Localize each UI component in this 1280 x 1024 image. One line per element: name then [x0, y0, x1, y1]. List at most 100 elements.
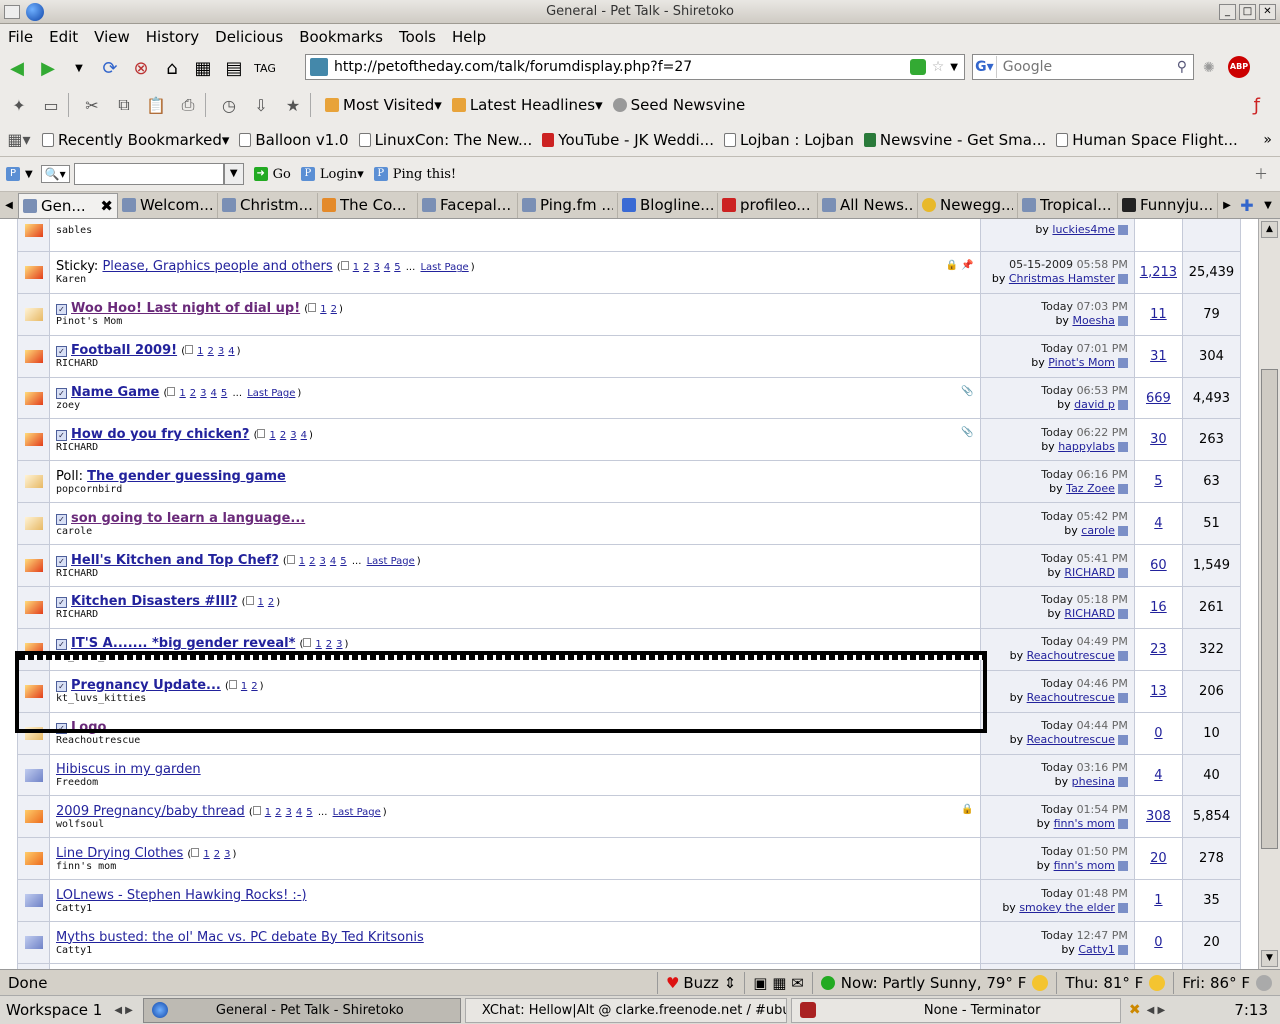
reload-icon[interactable]: ⟳ [96, 54, 124, 82]
page-link[interactable]: 2 [251, 681, 257, 692]
page-link[interactable]: 2 [309, 556, 315, 567]
paste-icon[interactable]: 📋 [143, 92, 169, 118]
thread-title-link[interactable]: Woo Hoo! Last night of dial up! [71, 301, 300, 316]
thread-author[interactable]: RICHARD [56, 442, 974, 453]
menu-help[interactable]: Help [444, 28, 494, 46]
last-poster-link[interactable]: Reachoutrescue [1027, 691, 1115, 704]
replies-link[interactable]: 11 [1150, 307, 1167, 322]
goto-last-post-icon[interactable] [1117, 609, 1128, 620]
adblock-icon[interactable]: ABP [1228, 56, 1250, 78]
tab-scroll-left-icon[interactable]: ◀ [0, 200, 18, 211]
ping-dropdown-button[interactable]: ▼ [223, 163, 244, 185]
chevron-down-icon[interactable]: ▼ [25, 169, 33, 180]
replies-link[interactable]: 16 [1150, 600, 1167, 615]
replies-link[interactable]: 4 [1154, 516, 1162, 531]
page-link[interactable]: 4 [228, 346, 234, 357]
last-page-link[interactable]: Last Page [420, 262, 468, 273]
thread-author[interactable]: Reachoutrescue [56, 735, 974, 746]
tab-profileo[interactable]: profileo... [718, 192, 818, 218]
goto-last-post-icon[interactable] [1117, 735, 1128, 746]
page-link[interactable]: 5 [306, 807, 312, 818]
tab-facepalm[interactable]: Facepal... [418, 192, 518, 218]
tab-scroll-right-icon[interactable]: ▶ [1218, 200, 1236, 211]
tab-tropical[interactable]: Tropical... [1018, 192, 1118, 218]
page-link[interactable]: 1 [258, 597, 264, 608]
back-arrow-icon[interactable]: ◀ [3, 54, 31, 82]
menu-bookmarks[interactable]: Bookmarks [291, 28, 391, 46]
page-link[interactable]: 2 [190, 388, 196, 399]
tab-funnyjunk[interactable]: Funnyju... [1118, 192, 1218, 218]
task-firefox[interactable]: General - Pet Talk - Shiretoko [142, 997, 461, 1023]
last-poster-link[interactable]: finn's mom [1054, 817, 1115, 830]
thread-author[interactable]: RICHARD [56, 609, 974, 620]
thread-title-link[interactable]: Kitchen Disasters #III? [71, 594, 237, 609]
stop-icon[interactable]: ⊗ [127, 54, 155, 82]
seed-newsvine-link[interactable]: Seed Newsvine [612, 96, 745, 114]
last-poster-link[interactable]: happylabs [1058, 440, 1115, 453]
page-link[interactable]: 3 [373, 262, 379, 273]
forward-arrow-icon[interactable]: ▶ [34, 54, 62, 82]
maximize-button[interactable]: □ [1239, 4, 1256, 20]
window-menu-icon[interactable] [4, 5, 20, 19]
last-poster-link[interactable]: Reachoutrescue [1027, 733, 1115, 746]
page-link[interactable]: 1 [241, 681, 247, 692]
goto-last-post-icon[interactable] [1117, 483, 1128, 494]
thread-author[interactable]: wolfsoul [56, 819, 974, 830]
page-link[interactable]: 4 [330, 556, 336, 567]
thread-title-link[interactable]: LOLnews - Stephen Hawking Rocks! :-) [56, 888, 307, 903]
status-icons[interactable]: ▣ ▦ ✉ [744, 971, 812, 994]
page-link[interactable]: 3 [200, 388, 206, 399]
home-icon[interactable]: ⌂ [158, 54, 186, 82]
login-button[interactable]: P Login ▾ [300, 167, 364, 182]
goto-last-post-icon[interactable] [1117, 400, 1128, 410]
page-link[interactable]: 2 [326, 639, 332, 650]
thread-title-link[interactable]: Pregnancy Update... [71, 678, 221, 693]
thread-author[interactable]: finn's mom [56, 861, 974, 872]
thread-title-link[interactable]: The gender guessing game [87, 469, 286, 484]
tab-list-icon[interactable]: ▼ [1258, 200, 1278, 211]
last-poster-link[interactable]: david p [1074, 398, 1115, 411]
last-poster-link[interactable]: RICHARD [1064, 607, 1114, 620]
new-tab-icon[interactable]: ▭ [38, 92, 64, 118]
x-icon[interactable]: ✖ [1129, 1002, 1141, 1018]
page-link[interactable]: 5 [394, 262, 400, 273]
page-link[interactable]: 2 [214, 849, 220, 860]
goto-last-post-icon[interactable] [1117, 274, 1128, 285]
goto-last-post-icon[interactable] [1117, 358, 1128, 369]
page-link[interactable]: 5 [221, 388, 227, 399]
new-post-check-icon[interactable]: ✓ [56, 723, 68, 735]
bookmarks-menu-icon[interactable]: ▦▾ [6, 127, 32, 153]
weather-fri[interactable]: Fri: 86° F [1173, 971, 1280, 994]
thread-author[interactable]: popcornbird [56, 484, 974, 495]
task-xchat[interactable]: XChat: Hellow|Alt @ clarke.freenode.net … [464, 997, 787, 1023]
thread-title-link[interactable]: Logo [71, 720, 106, 735]
last-poster-link[interactable]: finn's mom [1054, 859, 1115, 872]
last-poster-link[interactable]: Catty1 [1078, 943, 1115, 956]
page-link[interactable]: 3 [290, 430, 296, 441]
thread-author[interactable]: kt_luvs_kitties [56, 693, 974, 704]
cut-icon[interactable]: ✂ [79, 92, 105, 118]
thread-author[interactable]: Catty1 [56, 945, 974, 956]
new-tab-plus-icon[interactable]: ✚ [1236, 196, 1258, 215]
go-icon[interactable] [909, 59, 926, 75]
thread-title-link[interactable]: Name Game [71, 385, 159, 400]
thread-title-link[interactable]: Hell's Kitchen and Top Chef? [71, 553, 279, 568]
page-link[interactable]: 4 [384, 262, 390, 273]
thread-author[interactable]: Karen [56, 274, 974, 285]
scroll-up-icon[interactable]: ▲ [1261, 221, 1278, 238]
thread-author[interactable]: RICHARD [56, 568, 974, 579]
minimize-button[interactable]: _ [1219, 4, 1236, 20]
thread-title-link[interactable]: How do you fry chicken? [71, 427, 249, 442]
bookmark-linuxcon[interactable]: LinuxCon: The New... [358, 131, 532, 149]
tab-bloglines[interactable]: Blogline... [618, 192, 718, 218]
close-tab-icon[interactable]: ✖ [100, 197, 113, 215]
last-poster-link[interactable]: RICHARD [1064, 566, 1114, 579]
goto-last-post-icon[interactable] [1117, 316, 1128, 327]
page-link[interactable]: 4 [211, 388, 217, 399]
page-link[interactable]: 3 [286, 807, 292, 818]
page-link[interactable]: 2 [363, 262, 369, 273]
new-post-check-icon[interactable]: ✓ [56, 346, 68, 358]
thread-title-link[interactable]: IT'S A....... *big gender reveal* [71, 636, 295, 651]
goto-last-post-icon[interactable] [1117, 225, 1128, 236]
tab-pingfm[interactable]: Ping.fm ... [518, 192, 618, 218]
